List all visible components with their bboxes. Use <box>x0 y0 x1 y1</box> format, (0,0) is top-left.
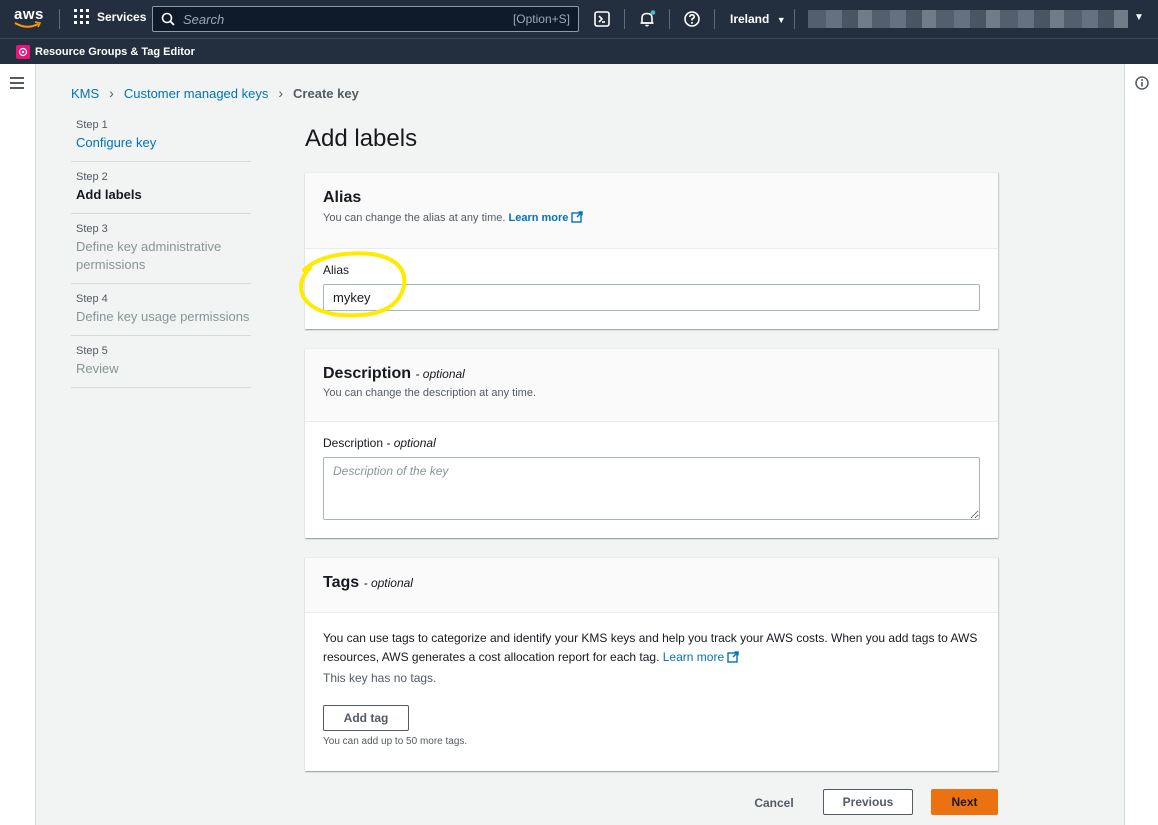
search-icon <box>161 12 175 26</box>
divider <box>624 9 625 29</box>
breadcrumb-kms[interactable]: KMS <box>71 86 99 101</box>
step-3: Step 3 Define key administrative permiss… <box>71 214 251 284</box>
divider <box>714 9 715 29</box>
previous-button[interactable]: Previous <box>823 789 913 815</box>
cancel-button[interactable]: Cancel <box>740 789 808 815</box>
alias-panel: Alias You can change the alias at any ti… <box>305 172 998 329</box>
divider <box>59 9 60 29</box>
alias-input[interactable] <box>323 284 980 311</box>
breadcrumb-customer-managed-keys[interactable]: Customer managed keys <box>124 86 269 101</box>
tags-limit-hint: You can add up to 50 more tags. <box>323 736 468 747</box>
tags-description: You can use tags to categorize and ident… <box>323 631 978 664</box>
page-title: Add labels <box>305 125 418 152</box>
alias-panel-title: Alias <box>323 189 362 206</box>
divider <box>669 9 670 29</box>
step-4: Step 4 Define key usage permissions <box>71 284 251 336</box>
caret-down-icon: ▼ <box>776 15 786 25</box>
chevron-right-icon: › <box>109 85 114 101</box>
tags-panel-header: Tags - optional <box>305 558 998 613</box>
description-field-label: Description - optional <box>323 436 436 450</box>
grid-icon <box>74 9 89 24</box>
description-panel-title: Description <box>323 365 412 382</box>
aws-logo[interactable]: aws <box>14 6 44 32</box>
region-selector[interactable]: Ireland ▼ <box>730 12 786 26</box>
account-menu-redacted[interactable] <box>808 10 1128 28</box>
external-link-icon <box>571 211 584 223</box>
no-tags-message: This key has no tags. <box>323 671 437 685</box>
right-tools-rail <box>1124 64 1158 825</box>
left-navigation-rail <box>0 64 36 825</box>
search-input[interactable] <box>181 10 513 28</box>
wizard-steps: Step 1 Configure key Step 2 Add labels S… <box>71 110 251 388</box>
external-link-icon <box>727 651 739 663</box>
tags-learn-more-link[interactable]: Learn more <box>663 650 739 664</box>
divider <box>794 9 795 29</box>
wizard-footer: Cancel Previous Next <box>740 789 998 815</box>
tags-panel-title: Tags <box>323 574 360 591</box>
next-button[interactable]: Next <box>931 789 998 815</box>
breadcrumb-create-key: Create key <box>293 85 359 101</box>
step-1[interactable]: Step 1 Configure key <box>71 110 251 162</box>
tags-panel: Tags - optional You can use tags to cate… <box>305 557 998 771</box>
search-bar[interactable]: [Option+S] <box>152 6 579 32</box>
breadcrumb: KMS › Customer managed keys › Create key <box>71 85 359 101</box>
menu-icon[interactable] <box>10 77 24 89</box>
description-panel: Description - optional You can change th… <box>305 348 998 538</box>
notifications-bell-icon[interactable] <box>638 10 656 28</box>
step-5: Step 5 Review <box>71 336 251 388</box>
description-textarea[interactable] <box>323 457 980 520</box>
favorites-bar: Resource Groups & Tag Editor <box>0 38 1158 64</box>
alias-panel-header: Alias You can change the alias at any ti… <box>305 173 998 249</box>
alias-learn-more-link[interactable]: Learn more <box>509 211 584 224</box>
chevron-right-icon: › <box>278 85 284 101</box>
alias-field-label: Alias <box>323 263 350 277</box>
top-navigation: aws Services [Option+S] Ireland <box>0 0 1158 38</box>
caret-down-icon[interactable]: ▼ <box>1134 12 1144 23</box>
resource-groups-link[interactable]: Resource Groups & Tag Editor <box>35 46 195 58</box>
add-tag-button[interactable]: Add tag <box>323 705 409 731</box>
info-icon[interactable] <box>1135 76 1149 90</box>
services-menu-button[interactable]: Services <box>74 9 146 24</box>
resource-groups-icon <box>16 44 30 59</box>
help-icon[interactable] <box>683 10 701 28</box>
search-shortcut: [Option+S] <box>512 12 570 26</box>
step-1-link[interactable]: Configure key <box>76 134 251 152</box>
step-2: Step 2 Add labels <box>71 162 251 214</box>
aws-smile-icon <box>14 21 42 28</box>
cloudshell-icon[interactable] <box>593 10 611 28</box>
description-panel-header: Description - optional You can change th… <box>305 349 998 422</box>
